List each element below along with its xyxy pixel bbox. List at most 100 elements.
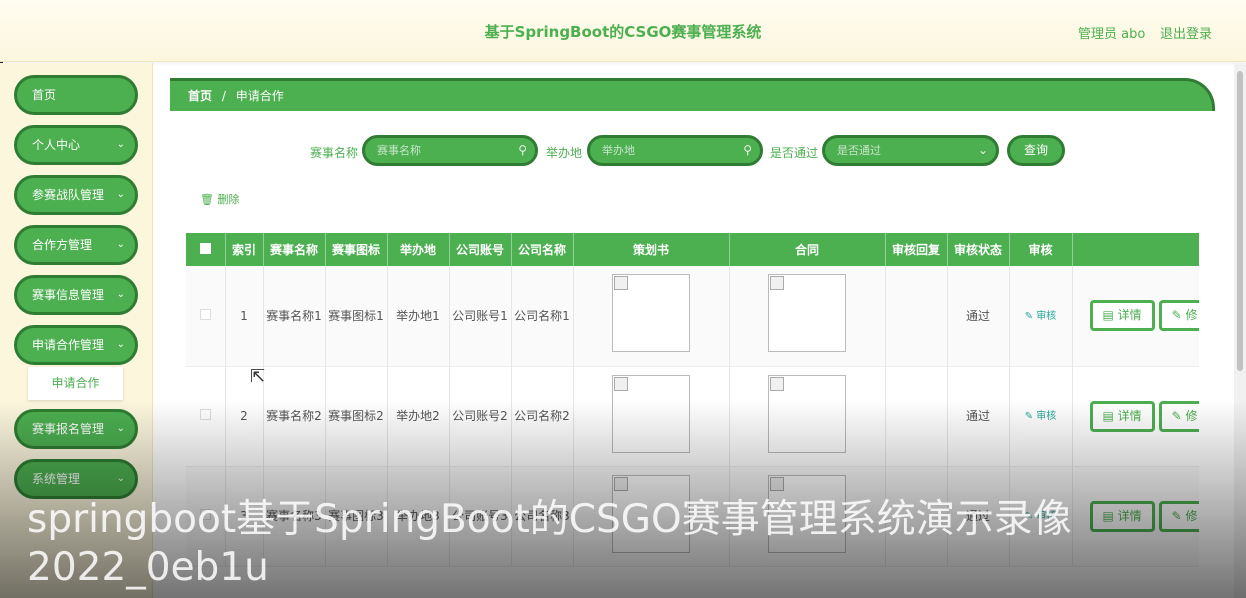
cell-event-name: 赛事名称3 [263, 466, 326, 567]
trash-icon: 🗑 [200, 193, 214, 206]
col-audit: 审核 [1009, 233, 1073, 266]
table-row: 2 赛事名称2 赛事图标2 举办地2 公司账号2 公司名称2 通过 ✎ 审核 ▤… [186, 366, 1199, 467]
broken-image-icon [612, 474, 690, 553]
detail-button[interactable]: ▤ 详情 [1089, 300, 1155, 332]
edit-icon: ✎ [1171, 308, 1186, 323]
cell-audit: ✎ 审核 [1009, 266, 1073, 367]
document-icon: ▤ [1102, 308, 1118, 323]
cell-event-icon: 赛事图标1 [325, 266, 388, 367]
submenu-item-apply-cooperation[interactable]: 申请合作 [28, 367, 123, 400]
sidebar-item-events[interactable]: 赛事信息管理 ⌄ [14, 275, 138, 315]
sidebar-item-label: 申请合作管理 [32, 338, 105, 352]
col-event-name: 赛事名称 [263, 233, 326, 266]
chevron-down-icon: ⌄ [116, 189, 125, 200]
edit-icon: ✎ [1024, 411, 1037, 422]
app-title: 基于SpringBoot的CSGO赛事管理系统 [484, 23, 762, 41]
sidebar-item-home[interactable]: 首页 [14, 75, 138, 115]
cell-actions: ▤ 详情 ✎ 修 [1072, 466, 1199, 567]
cell-proposal [573, 466, 730, 567]
sidebar-item-profile[interactable]: 个人中心 ⌄ [14, 125, 138, 165]
cell-venue: 举办地2 [387, 366, 450, 467]
breadcrumb-current: 申请合作 [235, 89, 284, 103]
col-event-icon: 赛事图标 [325, 233, 388, 266]
edit-icon: ✎ [1024, 310, 1037, 322]
cell-audit-status: 通过 [947, 366, 1010, 467]
venue-input[interactable]: 举办地 ⚲ [587, 135, 763, 166]
audit-link[interactable]: ✎ 审核 [1025, 511, 1057, 522]
logout-link[interactable]: 退出登录 [1160, 23, 1212, 42]
col-audit-status: 审核状态 [947, 233, 1010, 266]
table-row: 1 赛事名称1 赛事图标1 举办地1 公司账号1 公司名称1 通过 ✎ 审核 ▤… [186, 266, 1199, 367]
audit-label: 审核 [1036, 511, 1057, 522]
cell-company-name: 公司名称3 [511, 466, 574, 567]
sidebar-item-registration[interactable]: 赛事报名管理 ⌄ [14, 409, 138, 449]
edit-icon: ✎ [1171, 508, 1186, 523]
sidebar-item-label: 首页 [32, 88, 57, 102]
delete-label: 删除 [217, 193, 240, 206]
event-name-input[interactable]: 赛事名称 ⚲ [362, 135, 538, 166]
query-button[interactable]: 查询 [1007, 135, 1065, 166]
edit-label: 修 [1185, 508, 1198, 523]
edit-button[interactable]: ✎ 修 [1158, 500, 1199, 532]
chevron-down-icon: ⌄ [116, 139, 125, 150]
col-contract: 合同 [729, 233, 886, 266]
select-all-checkbox[interactable] [186, 233, 226, 266]
audit-label: 审核 [1036, 310, 1057, 322]
scrollbar-thumb[interactable] [1237, 71, 1243, 371]
col-audit-reply: 审核回复 [885, 233, 948, 266]
sidebar-item-system[interactable]: 系统管理 ⌄ [14, 459, 138, 499]
cell-index: 1 [225, 266, 264, 367]
cell-venue: 举办地3 [387, 466, 450, 567]
passed-label: 是否通过 [770, 146, 819, 160]
cell-proposal [573, 266, 730, 367]
sidebar-item-label: 参赛战队管理 [32, 188, 105, 202]
passed-select[interactable]: 是否通过 ⌄ [822, 135, 999, 166]
row-checkbox[interactable] [186, 266, 226, 367]
edit-button[interactable]: ✎ 修 [1158, 400, 1199, 432]
edit-label: 修 [1185, 408, 1198, 423]
table-row: 3 赛事名称3 赛事图标3 举办地3 公司账号3 公司名称3 通过 ✎ 审核 ▤… [186, 466, 1199, 567]
delete-button[interactable]: 🗑 删除 [200, 191, 239, 207]
sidebar-item-label: 个人中心 [32, 138, 81, 152]
cell-company-name: 公司名称1 [511, 266, 574, 367]
col-actions: 操作 [1072, 233, 1199, 266]
detail-button[interactable]: ▤ 详情 [1089, 500, 1155, 532]
cell-audit-reply [885, 366, 948, 467]
row-checkbox[interactable] [186, 366, 226, 467]
audit-link[interactable]: ✎ 审核 [1025, 411, 1057, 422]
mouse-cursor-icon: ⇱ [250, 366, 266, 387]
cell-company-account: 公司账号3 [449, 466, 512, 567]
sidebar-item-label: 合作方管理 [32, 238, 93, 252]
cell-audit-status: 通过 [947, 466, 1010, 567]
sidebar-item-cooperation[interactable]: 申请合作管理 ⌄ [14, 325, 138, 365]
cell-actions: ▤ 详情 ✎ 修 [1072, 266, 1199, 367]
detail-button[interactable]: ▤ 详情 [1089, 400, 1155, 432]
sidebar-item-label: 系统管理 [32, 472, 81, 486]
page-scrollbar[interactable] [1234, 63, 1246, 598]
cell-event-icon: 赛事图标2 [325, 366, 388, 467]
document-icon: ▤ [1102, 508, 1118, 523]
broken-image-icon [768, 274, 846, 353]
table-header-row: 索引 赛事名称 赛事图标 举办地 公司账号 公司名称 策划书 合同 审核回复 审… [186, 233, 1199, 266]
cell-actions: ▤ 详情 ✎ 修 [1072, 366, 1199, 467]
edit-button[interactable]: ✎ 修 [1158, 300, 1199, 332]
audit-label: 审核 [1036, 411, 1057, 422]
chevron-down-icon: ⌄ [116, 339, 125, 350]
search-icon: ⚲ [743, 143, 752, 157]
sidebar-item-partners[interactable]: 合作方管理 ⌄ [14, 225, 138, 265]
cell-event-icon: 赛事图标3 [325, 466, 388, 567]
cell-venue: 举办地1 [387, 266, 450, 367]
edit-icon: ✎ [1171, 408, 1186, 423]
event-name-placeholder: 赛事名称 [377, 144, 421, 157]
current-user: 管理员 abo [1078, 27, 1146, 42]
col-company-account: 公司账号 [449, 233, 512, 266]
cell-audit-status: 通过 [947, 266, 1010, 367]
sidebar-item-label: 赛事信息管理 [32, 288, 105, 302]
audit-link[interactable]: ✎ 审核 [1025, 311, 1057, 322]
breadcrumb-home[interactable]: 首页 [188, 89, 212, 103]
data-table: 索引 赛事名称 赛事图标 举办地 公司账号 公司名称 策划书 合同 审核回复 审… [186, 233, 1199, 598]
broken-image-icon [612, 374, 690, 453]
row-checkbox[interactable] [186, 466, 226, 567]
cell-event-name: 赛事名称1 [263, 266, 326, 367]
sidebar-item-teams[interactable]: 参赛战队管理 ⌄ [14, 175, 138, 215]
